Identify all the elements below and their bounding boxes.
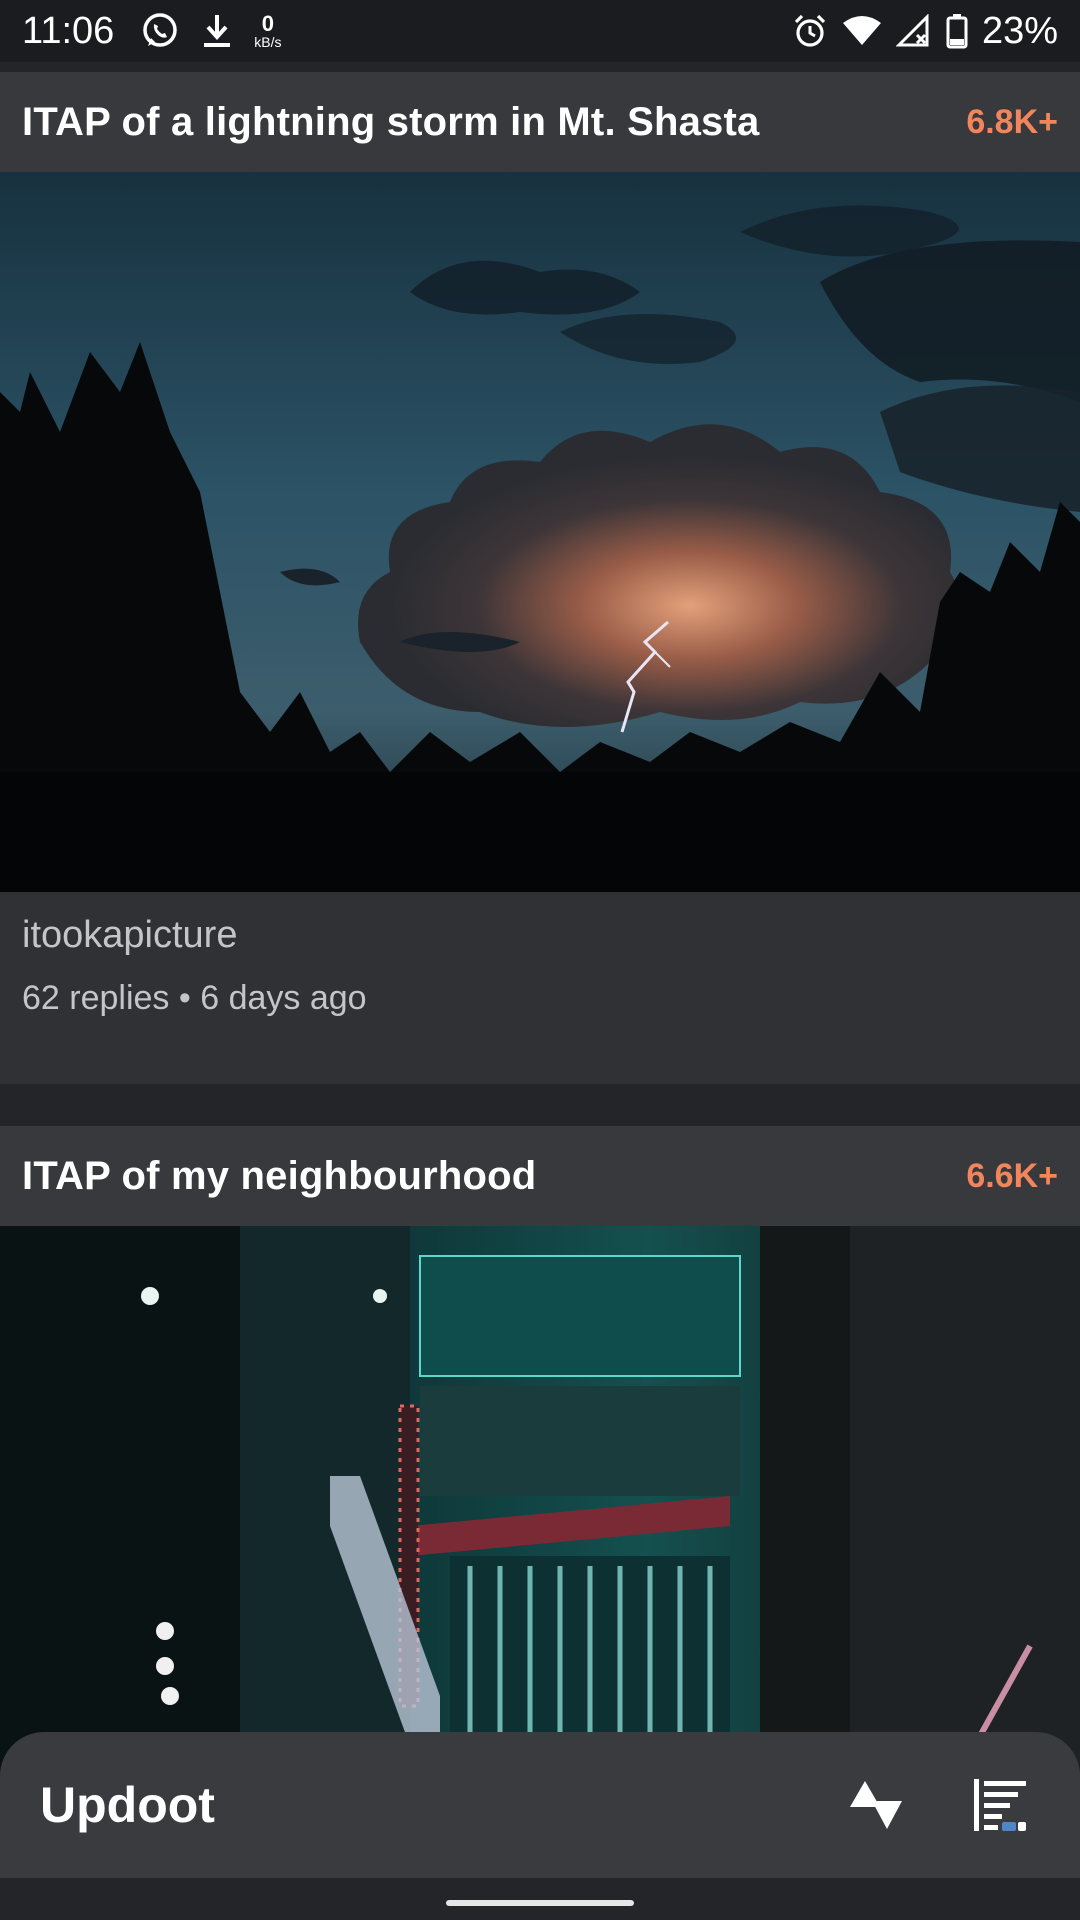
post-meta: itookapicture 62 replies • 6 days ago: [0, 892, 1080, 1084]
post-score: 6.6K+: [966, 1156, 1058, 1195]
whatsapp-icon: [140, 11, 180, 51]
status-bar: 11:06 0 kB/s 23%: [0, 0, 1080, 62]
status-time: 11:06: [22, 9, 115, 52]
battery-percent: 23%: [981, 9, 1058, 52]
feed-menu-icon: [974, 1779, 1026, 1831]
bottom-app-bar: Updoot: [0, 1732, 1080, 1878]
sort-button[interactable]: [836, 1765, 916, 1845]
post-subreddit[interactable]: itookapicture: [22, 914, 1058, 957]
post-info: 62 replies • 6 days ago: [22, 979, 367, 1017]
alarm-icon: [792, 13, 828, 49]
app-name: Updoot: [40, 1777, 215, 1833]
post-title[interactable]: ITAP of my neighbourhood: [22, 1154, 536, 1199]
navigation-bar: [0, 1878, 1080, 1920]
network-speed-unit: kB/s: [254, 34, 282, 50]
battery-icon: [946, 13, 968, 49]
menu-button[interactable]: [960, 1765, 1040, 1845]
post-title[interactable]: ITAP of a lightning storm in Mt. Shasta: [22, 100, 759, 145]
wifi-icon: [842, 15, 882, 47]
post-image[interactable]: [0, 172, 1080, 892]
post-header[interactable]: ITAP of my neighbourhood 6.6K+: [0, 1126, 1080, 1226]
download-icon: [202, 13, 232, 49]
network-speed: 0 kB/s: [254, 11, 282, 50]
home-gesture-handle[interactable]: [446, 1900, 634, 1906]
post-score: 6.8K+: [966, 102, 1058, 141]
post-header[interactable]: ITAP of a lightning storm in Mt. Shasta …: [0, 72, 1080, 172]
signal-icon: [895, 14, 932, 48]
network-speed-value: 0: [261, 11, 275, 36]
sort-updown-icon: [850, 1781, 902, 1829]
post-card[interactable]: ITAP of a lightning storm in Mt. Shasta …: [0, 72, 1080, 1084]
